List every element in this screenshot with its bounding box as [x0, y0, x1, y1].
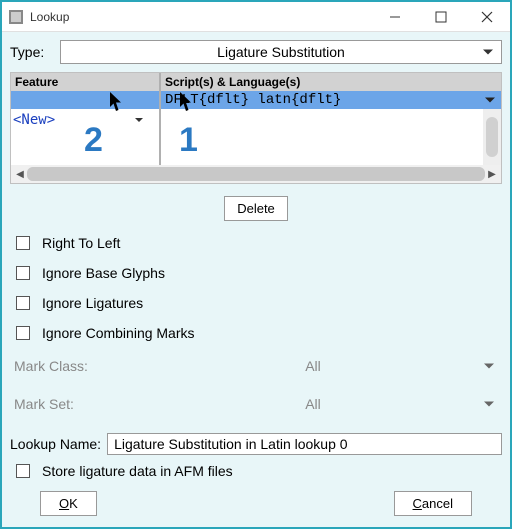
ignore-liga-checkbox[interactable]: [16, 296, 30, 310]
type-select[interactable]: Ligature Substitution: [60, 40, 502, 64]
lookup-name-input[interactable]: Ligature Substitution in Latin lookup 0: [107, 433, 502, 455]
mark-set-label: Mark Set:: [14, 396, 124, 412]
mark-set-select[interactable]: All: [124, 393, 502, 415]
ok-button[interactable]: OK: [40, 491, 97, 516]
chevron-down-icon: [483, 50, 493, 55]
title-bar: Lookup: [2, 2, 510, 32]
chevron-down-icon: [485, 98, 495, 103]
chevron-down-icon: [484, 402, 494, 407]
script-cell-input[interactable]: DFLT{dflt} latn{dflt}: [161, 91, 501, 109]
type-label: Type:: [10, 44, 60, 60]
scroll-right-icon[interactable]: ▶: [485, 169, 499, 180]
lookup-name-value: Ligature Substitution in Latin lookup 0: [114, 436, 348, 452]
table-vscroll[interactable]: [483, 109, 501, 165]
mark-class-select[interactable]: All: [124, 355, 502, 377]
feature-selected-row[interactable]: [11, 91, 159, 109]
rtl-checkbox[interactable]: [16, 236, 30, 250]
ignore-base-checkbox[interactable]: [16, 266, 30, 280]
close-button[interactable]: [464, 2, 510, 32]
app-icon: [8, 9, 24, 25]
rtl-label: Right To Left: [42, 235, 120, 251]
chevron-down-icon: [484, 364, 494, 369]
mark-class-label: Mark Class:: [14, 358, 124, 374]
cancel-tail: ancel: [422, 496, 453, 511]
type-value: Ligature Substitution: [217, 44, 345, 60]
ignore-comb-label: Ignore Combining Marks: [42, 325, 195, 341]
table-hscroll[interactable]: ◀ ▶: [11, 165, 501, 183]
window-title: Lookup: [30, 10, 372, 24]
lookup-table: Feature Script(s) & Language(s) <New> DF…: [10, 72, 502, 184]
maximize-button[interactable]: [418, 2, 464, 32]
store-afm-label: Store ligature data in AFM files: [42, 463, 233, 479]
cancel-button[interactable]: Cancel: [394, 491, 472, 516]
feature-new-label: <New>: [13, 112, 55, 128]
ignore-comb-checkbox[interactable]: [16, 326, 30, 340]
feature-new-row[interactable]: <New>: [11, 109, 159, 131]
chevron-down-icon: [135, 118, 143, 122]
store-afm-checkbox[interactable]: [16, 464, 30, 478]
col-script-header[interactable]: Script(s) & Language(s): [161, 73, 501, 91]
script-value: DFLT{dflt} latn{dflt}: [165, 92, 341, 108]
col-feature-header[interactable]: Feature: [11, 73, 161, 91]
scroll-left-icon[interactable]: ◀: [13, 169, 27, 180]
mark-class-value: All: [305, 358, 321, 374]
lookup-name-label: Lookup Name:: [10, 436, 101, 452]
mark-set-value: All: [305, 396, 321, 412]
delete-button[interactable]: Delete: [224, 196, 288, 221]
ignore-liga-label: Ignore Ligatures: [42, 295, 143, 311]
ignore-base-label: Ignore Base Glyphs: [42, 265, 165, 281]
ok-tail: K: [69, 496, 78, 511]
minimize-button[interactable]: [372, 2, 418, 32]
